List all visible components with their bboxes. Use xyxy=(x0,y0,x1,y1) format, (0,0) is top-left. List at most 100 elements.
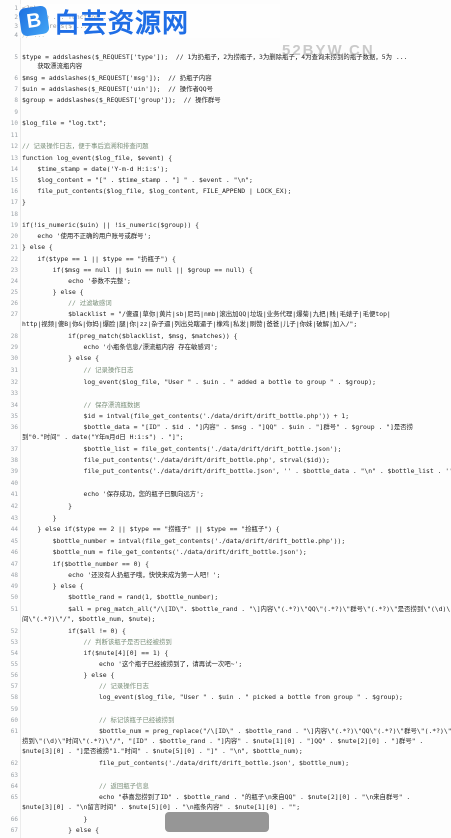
code-text: if($type == 1 || $type == "扔瓶子") { xyxy=(22,255,176,263)
line-number: 62 xyxy=(10,760,18,767)
code-line[interactable]: 44 } else if($type == 2 || $type == "捞瓶子… xyxy=(0,525,451,534)
code-line[interactable]: 10 $log_file = "log.txt"; xyxy=(0,119,451,128)
code-line[interactable]: 56 } else { xyxy=(0,671,451,680)
code-text: } else { xyxy=(22,671,115,679)
code-line[interactable]: 49 } else { xyxy=(0,582,451,591)
code-line[interactable]: 65 echo "恭喜您捞到了ID" . $bottle_rand . "的瓶子… xyxy=(0,793,451,802)
code-line[interactable]: 5 $type = addslashes($_REQUEST['type']); … xyxy=(0,53,451,62)
code-line[interactable]: 60 // 标记该瓶子已经被捞到 xyxy=(0,716,451,725)
line-number: 11 xyxy=(10,132,18,139)
code-line[interactable]: 45 $bottle_number = intval(file_get_cont… xyxy=(0,537,451,546)
code-line[interactable]: 29 echo '小瓶条信息/漂流瓶内容 存在敏感词'; xyxy=(0,343,451,352)
code-line[interactable]: 19 if(!is_numeric($uin) || !is_numeric($g… xyxy=(0,221,451,230)
code-line[interactable]: 64 // 返回瓶子信息 xyxy=(0,782,451,791)
code-line[interactable]: 16 file_put_contents($log_file, $log_con… xyxy=(0,187,451,196)
code-line[interactable]: 38 file_put_contents('./data/drift/drift… xyxy=(0,456,451,465)
line-number: 2 xyxy=(14,14,18,21)
code-line[interactable]: 6 $msg = addslashes($_REQUEST['msg']); //… xyxy=(0,74,451,83)
code-line[interactable]: 48 echo '还没有人扔瓶子哦，快快来成为第一人吧！'; xyxy=(0,571,451,580)
code-text: 到"0."时间" . date("Y年m月d日 H:i:s") . "]"; xyxy=(22,433,184,441)
code-line[interactable]: 36 $bottle_data = "[ID" . $id . "]内容" . … xyxy=(0,423,451,432)
code-text: $bottle_num = preg_replace("/\[ID\" . $b… xyxy=(22,727,451,735)
code-line[interactable]: $nute[3][0] . "]是否被捞"1."时间" . $nute[5][0… xyxy=(0,747,451,756)
code-line[interactable]: 8 $group = addslashes($_REQUEST['group'])… xyxy=(0,96,451,105)
line-number: 39 xyxy=(10,468,18,475)
code-line[interactable]: 43 } xyxy=(0,514,451,523)
code-line[interactable]: 59 xyxy=(0,705,451,714)
code-line[interactable]: 61 $bottle_num = preg_replace("/\[ID\" .… xyxy=(0,727,451,736)
line-number: 34 xyxy=(10,402,18,409)
code-line[interactable]: 17} xyxy=(0,198,451,207)
code-line[interactable]: 捞到\"(\d)\"时间\"(.*?)\"/", "[ID" . $bottle… xyxy=(0,737,451,746)
code-line[interactable]: 47 if($bottle_number == 0) { xyxy=(0,560,451,569)
code-line[interactable]: 25 } else { xyxy=(0,288,451,297)
code-line[interactable]: 63 xyxy=(0,771,451,780)
code-line[interactable]: 46 $bottle_num = file_get_contents('./da… xyxy=(0,548,451,557)
code-line[interactable]: 30 } else { xyxy=(0,354,451,363)
code-line[interactable]: 58 log_event($log_file, "User " . $uin .… xyxy=(0,693,451,702)
code-editor[interactable]: 1<?php2require ... function ...3add ...r… xyxy=(0,0,451,838)
code-line[interactable]: $nute[3][0] . "\n留言时间" . $nute[5][0] . "… xyxy=(0,803,451,812)
code-line[interactable]: 14 $time_stamp = date('Y-m-d H:i:s'); xyxy=(0,165,451,174)
code-line[interactable]: 42 } xyxy=(0,502,451,511)
code-line[interactable]: 37 $bottle_list = file_get_contents('./d… xyxy=(0,445,451,454)
code-line[interactable]: 9 xyxy=(0,108,451,117)
code-line[interactable]: 15 $log_content = "[" . $time_stamp . "]… xyxy=(0,176,451,185)
code-line[interactable]: 23 if($msg == null || $uin == null || $g… xyxy=(0,266,451,275)
code-line[interactable]: 22 if($type == 1 || $type == "扔瓶子") { xyxy=(0,255,451,264)
code-text: $bottle_data = "[ID" . $id . "]内容" . $ms… xyxy=(22,423,414,431)
line-number: 14 xyxy=(10,166,18,173)
code-line[interactable]: 51 $all = preg_match_all("/\[ID\". $bott… xyxy=(0,605,451,614)
code-line[interactable]: 到"0."时间" . date("Y年m月d日 H:i:s") . "]"; xyxy=(0,433,451,442)
code-text: echo '参数不完整'; xyxy=(22,277,131,285)
code-text: } xyxy=(22,815,88,823)
code-line[interactable]: 55 echo '这个瓶子已经被捞到了，请再试一次吧~'; xyxy=(0,660,451,669)
code-text: } else { xyxy=(22,582,84,590)
line-number: 38 xyxy=(10,457,18,464)
code-text: $log_content = "[" . $time_stamp . "] " … xyxy=(22,176,253,184)
line-number: 17 xyxy=(10,199,18,206)
code-line[interactable]: 13 function log_event($log_file, $event) … xyxy=(0,154,451,163)
code-line[interactable]: 57 // 记录操作日志 xyxy=(0,682,451,691)
code-text: $all = preg_match_all("/\[ID\". $bottle_… xyxy=(22,605,451,613)
code-line[interactable]: 24 echo '参数不完整'; xyxy=(0,277,451,286)
line-number: 3 xyxy=(14,23,18,30)
code-line[interactable]: 52 if($all != 0) { xyxy=(0,627,451,636)
code-line[interactable]: 35 $id = intval(file_get_contents('./dat… xyxy=(0,412,451,421)
code-line[interactable]: 28 if(preg_match($blacklist, $msg, $matc… xyxy=(0,332,451,341)
code-line[interactable]: 21} else { xyxy=(0,243,451,252)
code-line[interactable]: 34 // 保存漂流瓶数据 xyxy=(0,401,451,410)
code-line[interactable]: 50 $bottle_rand = rand(1, $bottle_number… xyxy=(0,593,451,602)
code-line[interactable]: 32 log_event($log_file, "User " . $uin .… xyxy=(0,378,451,387)
code-line[interactable]: 7 $uin = addslashes($_REQUEST['uin']); //… xyxy=(0,85,451,94)
code-line[interactable]: 33 xyxy=(0,389,451,398)
line-number: 22 xyxy=(10,256,18,263)
code-line[interactable]: 间\"(.*?)\"/", $bottle_num, $nute); xyxy=(0,615,451,624)
code-text: // 过滤敏感词 xyxy=(22,299,112,307)
code-line[interactable]: 40 xyxy=(0,479,451,488)
code-line[interactable]: 11 xyxy=(0,131,451,140)
code-line[interactable]: 62 file_put_contents('./data/drift/drift… xyxy=(0,759,451,768)
code-text: // 标记该瓶子已经被捞到 xyxy=(22,716,175,724)
code-line[interactable]: 12 // 记录操作日志，便于事后追溯和排查问题 xyxy=(0,142,451,151)
code-line[interactable]: 39 file_put_contents('./data/drift/drift… xyxy=(0,467,451,476)
code-text: 捞到\"(\d)\"时间\"(.*?)\"/", "[ID" . $bottle… xyxy=(22,737,428,745)
code-line[interactable]: 31 // 记录操作日志 xyxy=(0,366,451,375)
code-line[interactable]: 获取漂流瓶内容 xyxy=(0,62,451,71)
code-text: log_event($log_file, "User " . $uin . " … xyxy=(22,378,376,386)
code-line[interactable]: 20 echo '使用不正确的用户账号或群号'; xyxy=(0,232,451,241)
code-text: $bottle_list = file_get_contents('./data… xyxy=(22,445,342,453)
logo-text: 白芸资源网 xyxy=(54,8,190,39)
line-number: 56 xyxy=(10,672,18,679)
code-text: file_put_contents($log_file, $log_conten… xyxy=(22,187,292,195)
code-line[interactable]: 27 $blacklist = "/傻逼|草你|黄片|sb|尼玛|nmb|滚出加… xyxy=(0,310,451,319)
code-line[interactable]: 26 // 过滤敏感词 xyxy=(0,299,451,308)
code-line[interactable]: 54 if($nute[4][0] == 1) { xyxy=(0,649,451,658)
code-line[interactable]: http|视频|傻B|你&|你妈|爆脸|腿|你|zz|杂子逼|列出兑瞎逼子|橡鸡… xyxy=(0,320,451,329)
code-line[interactable]: 41 echo '保存成功，您的瓶子已飘向远方'; xyxy=(0,490,451,499)
code-text: // 记录操作日志 xyxy=(22,366,134,374)
code-line[interactable]: 18 xyxy=(0,210,451,219)
line-number: 45 xyxy=(10,538,18,545)
code-line[interactable]: 53 // 判断该瓶子是否已经被捞到 xyxy=(0,638,451,647)
code-text: file_put_contents('./data/drift/drift_bo… xyxy=(22,759,350,767)
